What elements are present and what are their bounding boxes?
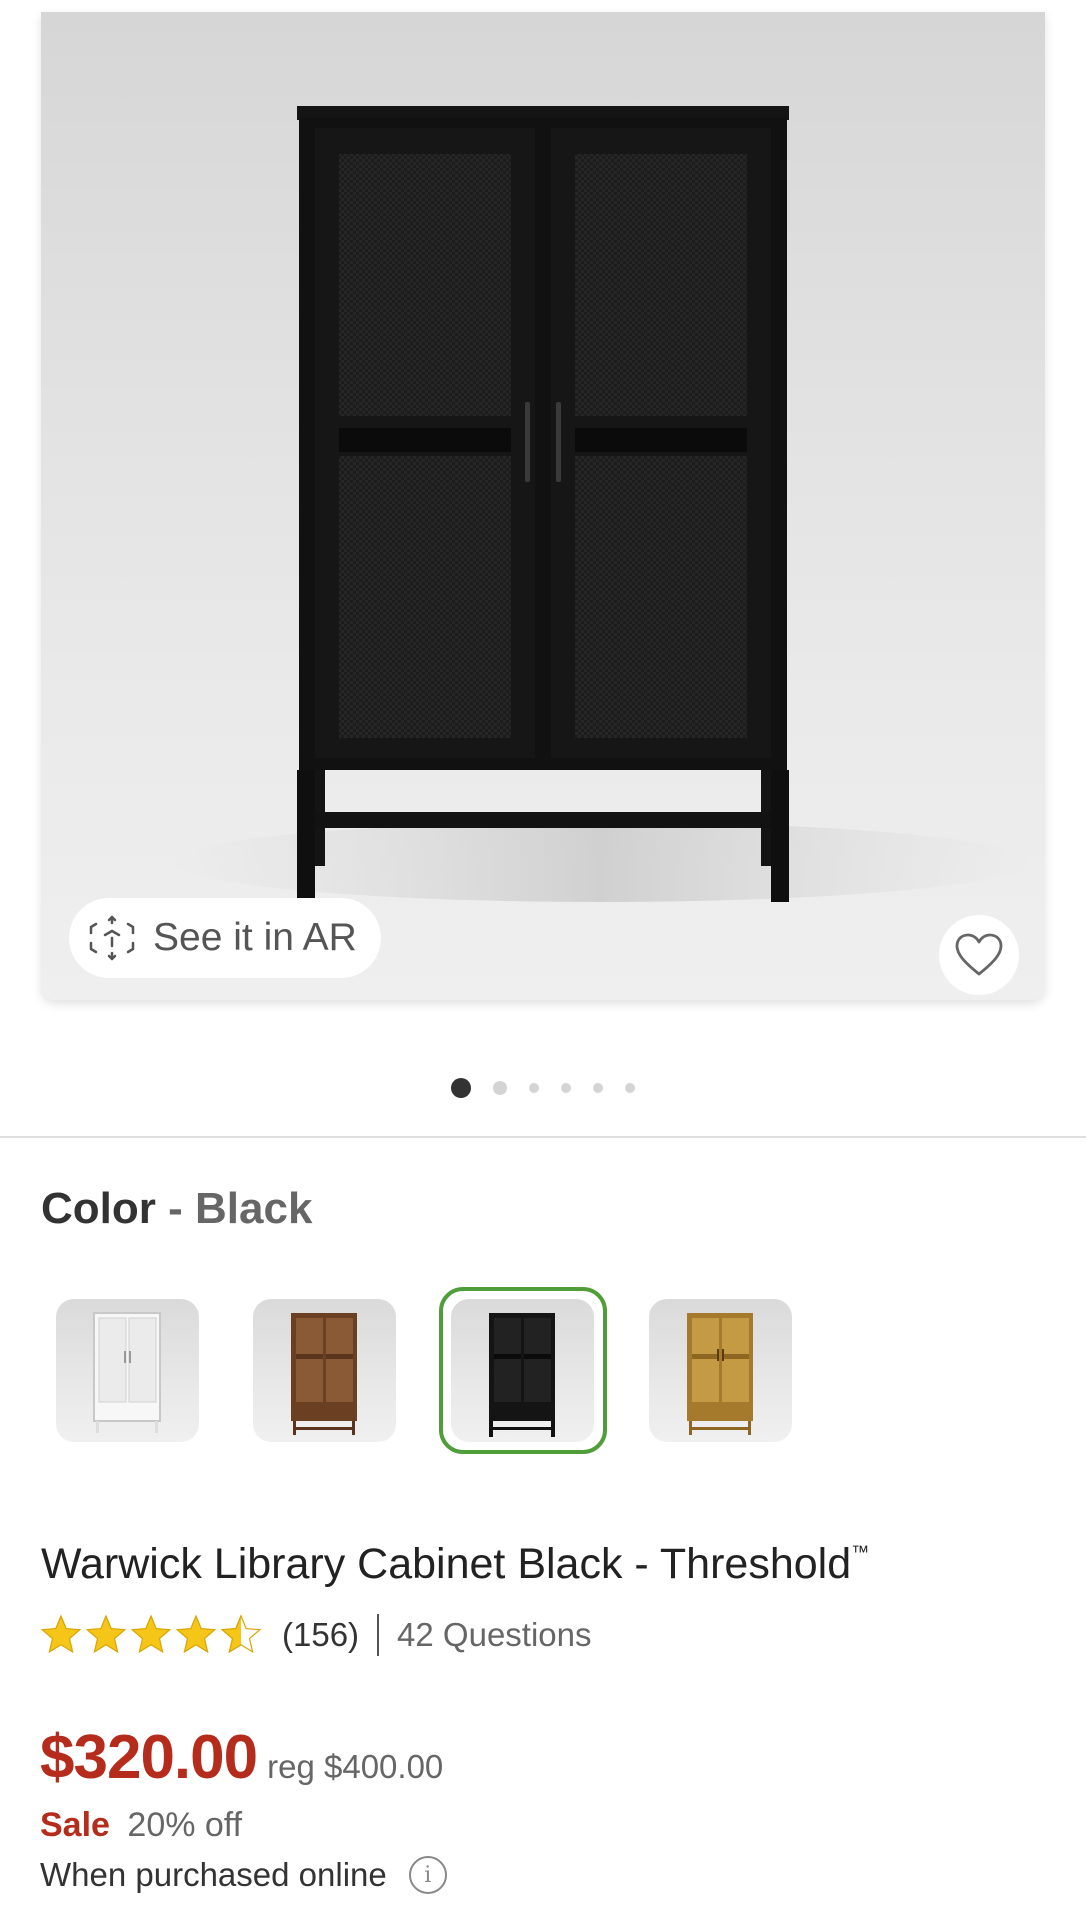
product-image[interactable]: See it in AR [41, 12, 1045, 1000]
swatch-brown[interactable] [253, 1299, 396, 1442]
carousel-dot-3[interactable] [529, 1083, 539, 1093]
product-title-text: Warwick Library Cabinet Black - Threshol… [41, 1540, 852, 1588]
white-cabinet-thumbnail [93, 1312, 161, 1433]
product-title: Warwick Library Cabinet Black - Threshol… [41, 1540, 869, 1589]
rating-separator [377, 1614, 380, 1656]
section-divider [0, 1136, 1086, 1138]
carousel-dot-1[interactable] [451, 1078, 471, 1098]
color-label: Color [41, 1184, 156, 1233]
sale-row: Sale 20% off [40, 1806, 242, 1845]
questions-link[interactable]: 42 Questions [397, 1616, 591, 1654]
carousel-dot-5[interactable] [593, 1083, 603, 1093]
color-heading: Color - Black [41, 1184, 312, 1234]
carousel-dot-2[interactable] [493, 1081, 507, 1095]
carousel-dot-4[interactable] [561, 1083, 571, 1093]
cabinet-image [171, 106, 1031, 902]
price-row: $320.00 reg $400.00 [40, 1722, 443, 1793]
purchase-note-row: When purchased online i [40, 1856, 447, 1894]
color-separator: - [168, 1184, 183, 1233]
swatch-natural[interactable] [649, 1299, 792, 1442]
regular-price: reg $400.00 [267, 1748, 444, 1785]
info-icon[interactable]: i [408, 1856, 447, 1894]
carousel-dots [0, 1078, 1086, 1098]
sale-price: $320.00 [40, 1723, 258, 1792]
favorite-button[interactable] [939, 915, 1019, 995]
purchase-note: When purchased online [40, 1856, 387, 1893]
sale-label: Sale [40, 1806, 110, 1844]
swatch-black[interactable] [451, 1299, 594, 1442]
heart-icon [955, 933, 1003, 976]
rating-row[interactable]: (156) 42 Questions [40, 1612, 592, 1658]
natural-cabinet-thumbnail [687, 1313, 753, 1435]
color-selected-value: Black [195, 1184, 313, 1233]
swatch-white[interactable] [56, 1299, 199, 1442]
carousel-dot-6[interactable] [625, 1083, 635, 1093]
see-in-ar-button[interactable]: See it in AR [69, 898, 381, 978]
ar-cube-icon [89, 915, 135, 961]
discount-text: 20% off [127, 1806, 243, 1844]
ar-label: See it in AR [153, 916, 357, 959]
brown-cabinet-thumbnail [291, 1313, 357, 1435]
reviews-count[interactable]: (156) [282, 1616, 359, 1654]
black-cabinet-thumbnail [489, 1313, 555, 1437]
star-rating-icon [41, 1615, 261, 1653]
trademark-symbol: ™ [851, 1542, 870, 1562]
